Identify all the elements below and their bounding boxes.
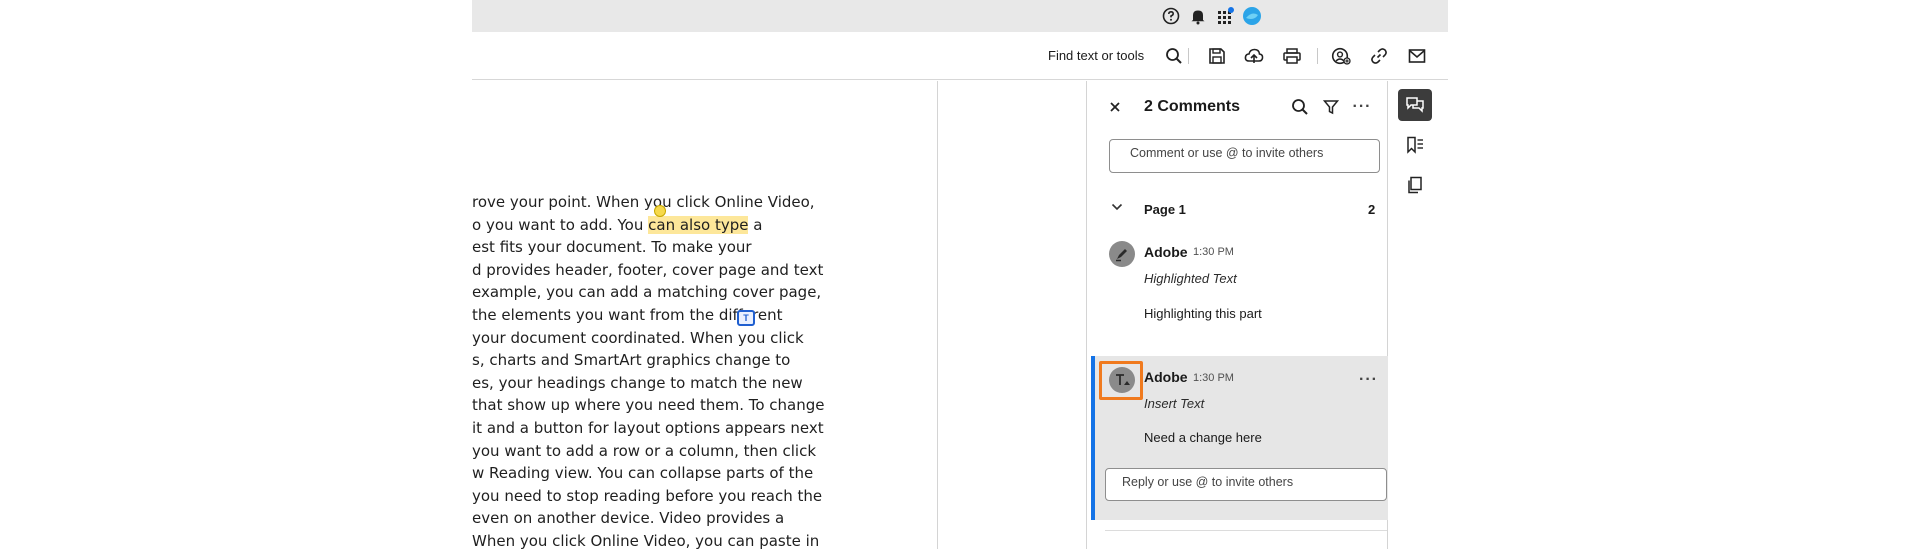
search-comments-icon[interactable]	[1289, 96, 1311, 118]
document-text: rove your point. When you click Online V…	[472, 191, 937, 549]
highlight-comment-marker[interactable]	[654, 205, 666, 217]
help-icon[interactable]	[1160, 5, 1182, 27]
line-text: example, you can add a matching cover pa…	[472, 283, 822, 302]
document-line: When you click Online Video, you can pas…	[472, 530, 937, 549]
document-line: even on another device. Video provides a	[472, 507, 937, 530]
filter-icon[interactable]	[1320, 96, 1342, 118]
page-group-header[interactable]: Page 1 2	[1087, 193, 1387, 223]
upload-cloud-icon[interactable]	[1242, 44, 1266, 68]
comment-time: 1:30 PM	[1193, 246, 1234, 258]
more-options-icon[interactable]: ···	[1351, 96, 1373, 118]
comment-time: 1:30 PM	[1193, 372, 1234, 384]
line-text: d provides header, footer, cover page an…	[472, 260, 824, 279]
document-line: w Reading view. You can collapse parts o…	[472, 462, 937, 485]
share-user-icon[interactable]	[1329, 44, 1353, 68]
search-icon[interactable]	[1162, 44, 1186, 68]
panel-divider	[1105, 530, 1387, 531]
stage: Find text or tools rove your point. When…	[0, 0, 1920, 549]
document-gutter	[937, 81, 1086, 549]
line-text: that show up where you need them. To cha…	[472, 396, 825, 415]
line-text: a	[748, 215, 763, 234]
line-text: even on another device. Video provides a	[472, 509, 785, 528]
apps-grid-icon[interactable]	[1214, 5, 1236, 27]
comment-author: Adobe	[1144, 369, 1188, 385]
comment-author: Adobe	[1144, 244, 1188, 260]
document-line: you need to stop reading before you reac…	[472, 485, 937, 508]
line-text: your document coordinated. When you clic…	[472, 328, 804, 347]
comments-title: 2 Comments	[1144, 98, 1241, 115]
document-line: your document coordinated. When you clic…	[472, 327, 937, 350]
bookmarks-icon[interactable]	[1398, 129, 1432, 161]
print-icon[interactable]	[1280, 44, 1304, 68]
toolbar-divider	[1188, 48, 1189, 64]
page-label: Page 1	[1144, 202, 1186, 217]
comment-body: Highlighting this part	[1144, 306, 1262, 321]
comments-header: 2 Comments ···	[1087, 81, 1387, 131]
document-page[interactable]: rove your point. When you click Online V…	[472, 81, 937, 549]
line-text: es, your headings change to match the ne…	[472, 373, 803, 392]
top-bar	[472, 0, 1448, 32]
mail-icon[interactable]	[1405, 44, 1429, 68]
outside-area-left	[0, 0, 472, 549]
link-icon[interactable]	[1367, 44, 1391, 68]
close-icon[interactable]	[1104, 96, 1126, 118]
line-text: w Reading view. You can collapse parts o…	[472, 464, 814, 483]
add-comment-input[interactable]: Comment or use @ to invite others	[1109, 139, 1380, 173]
right-rail	[1388, 81, 1448, 549]
comment-body: Need a change here	[1144, 430, 1262, 445]
document-line: es, your headings change to match the ne…	[472, 372, 937, 395]
line-text: est fits your document. To make your	[472, 238, 752, 257]
focus-highlight	[1099, 361, 1143, 400]
comments-panel: 2 Comments ··· Comment or use @ to invit…	[1086, 81, 1392, 549]
highlighted-text[interactable]: can also type	[648, 215, 749, 234]
notification-bell-icon[interactable]	[1187, 5, 1209, 27]
document-line: o you want to add. You can also type a	[472, 214, 937, 237]
find-text-label[interactable]: Find text or tools	[1048, 48, 1144, 63]
comment-type: Highlighted Text	[1144, 271, 1237, 286]
document-line: rove your point. When you click Online V…	[472, 191, 937, 214]
toolbar: Find text or tools	[472, 32, 1448, 80]
line-text: you need to stop reading before you reac…	[472, 486, 823, 505]
document-line: you want to add a row or a column, then …	[472, 440, 937, 463]
document-line: est fits your document. To make your	[472, 236, 937, 259]
line-text: it and a button for layout options appea…	[472, 418, 824, 437]
line-text: s, charts and SmartArt graphics change t…	[472, 351, 791, 370]
document-line: that show up where you need them. To cha…	[472, 394, 937, 417]
line-text: rove your point. When you click Online V…	[472, 193, 815, 211]
line-text: the elements you want from the different	[472, 305, 783, 324]
chevron-down-icon[interactable]	[1109, 199, 1125, 215]
document-line: example, you can add a matching cover pa…	[472, 281, 937, 304]
line-text: When you click Online Video, you can pas…	[472, 531, 820, 549]
document-line: s, charts and SmartArt graphics change t…	[472, 349, 937, 372]
outside-area-right	[1448, 0, 1920, 549]
comment-more-options-icon[interactable]: ···	[1359, 371, 1378, 389]
acrobat-window: Find text or tools rove your point. When…	[472, 0, 1448, 549]
document-line: the elements you want from the different	[472, 304, 937, 327]
comment-type: Insert Text	[1144, 396, 1205, 411]
document-line: d provides header, footer, cover page an…	[472, 259, 937, 282]
line-text: you want to add a row or a column, then …	[472, 441, 817, 460]
profile-avatar-icon[interactable]	[1241, 5, 1263, 27]
comments-icon[interactable]	[1398, 89, 1432, 121]
save-icon[interactable]	[1205, 44, 1229, 68]
highlighter-icon	[1109, 241, 1135, 267]
pages-icon[interactable]	[1398, 169, 1432, 201]
line-text: o you want to add. You	[472, 215, 649, 234]
toolbar-divider-2	[1317, 48, 1318, 64]
insert-text-marker[interactable]: T	[737, 310, 755, 326]
page-comment-count: 2	[1368, 202, 1376, 217]
reply-input[interactable]: Reply or use @ to invite others	[1105, 468, 1387, 501]
document-line: it and a button for layout options appea…	[472, 417, 937, 440]
